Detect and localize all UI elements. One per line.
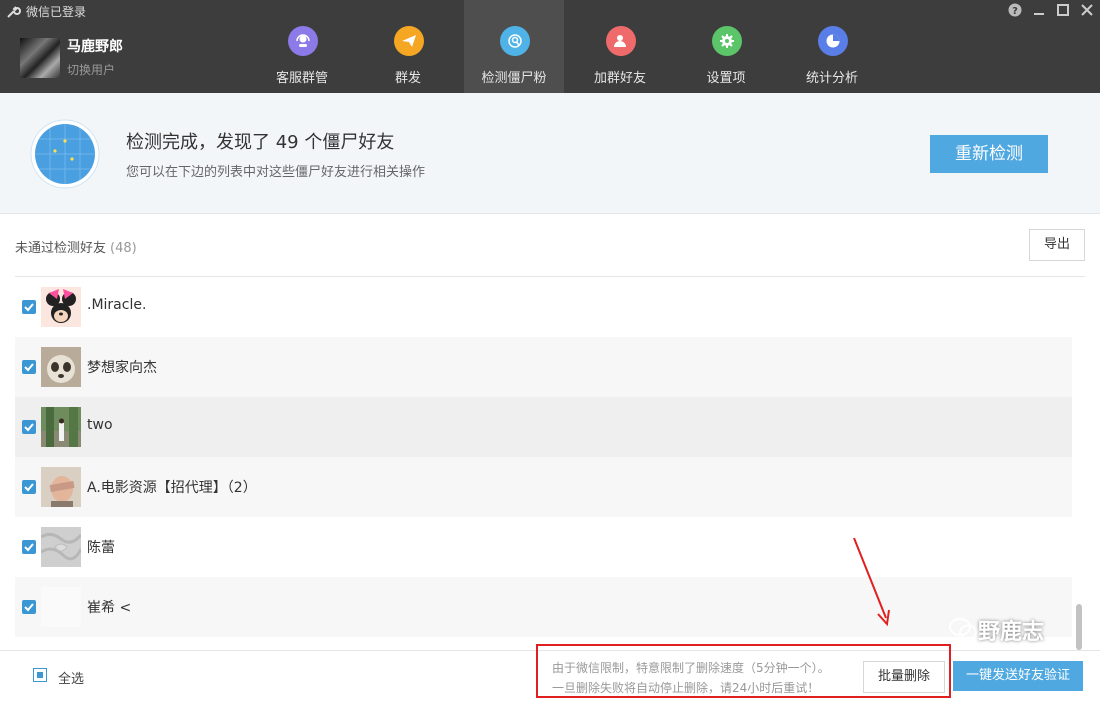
checkmark-icon (24, 603, 34, 612)
detect-zombie-icon (500, 26, 530, 56)
tab-label: 统计分析 (805, 71, 858, 86)
select-all-label[interactable]: 全选 (58, 668, 84, 687)
tab-label: 群发 (394, 71, 421, 86)
blank-avatar (41, 587, 81, 627)
customer-service-icon (288, 26, 318, 56)
friend-name: .Miracle. (87, 297, 147, 313)
result-title: 检测完成，发现了 49 个僵尸好友 (126, 132, 395, 153)
send-verification-button[interactable]: 一键发送好友验证 (953, 661, 1083, 691)
friend-name: A.电影资源【招代理】（2） (87, 480, 257, 496)
checkbox[interactable] (22, 600, 36, 614)
tab-label: 客服群管 (275, 71, 328, 86)
tab-label: 设置项 (706, 71, 746, 86)
list-count: (48) (110, 241, 137, 256)
tab-settings[interactable]: 设置项 (676, 0, 776, 93)
window-title: 微信已登录 (26, 5, 87, 19)
result-banner: 检测完成，发现了 49 个僵尸好友 您可以在下边的列表中对这些僵尸好友进行相关操… (0, 93, 1100, 214)
gear-icon (712, 26, 742, 56)
friend-name: 陈蕾 (87, 540, 115, 556)
wechat-logo-icon (949, 618, 977, 640)
watermark-text: 野鹿志 (978, 620, 1045, 645)
person-outdoor-avatar (41, 407, 81, 447)
svg-text:?: ? (1012, 6, 1018, 17)
person-face-avatar (41, 467, 81, 507)
checkmark-icon (24, 543, 34, 552)
friend-name: 崔希 < (87, 600, 132, 616)
friend-name: two (87, 417, 113, 433)
checkmark-icon (24, 423, 34, 432)
switch-user-link[interactable]: 切换用户 (67, 61, 115, 78)
help-icon[interactable]: ? (1006, 3, 1024, 21)
pie-chart-icon (818, 26, 848, 56)
tab-add-group-friends[interactable]: 加群好友 (570, 0, 670, 93)
notice-line-1: 由于微信限制，特意限制了删除速度（5分钟一个）。 (552, 661, 830, 675)
checkbox[interactable] (22, 540, 36, 554)
checkbox[interactable] (22, 480, 36, 494)
user-avatar[interactable] (20, 38, 60, 78)
tab-mass-send[interactable]: 群发 (358, 0, 458, 93)
list-header-label: 未通过检测好友 (15, 241, 107, 256)
user-name: 马鹿野郎 (67, 39, 123, 55)
notice-line-2: 一旦删除失败将自动停止删除，请24小时后重试！ (552, 681, 820, 695)
checkmark-icon (24, 363, 34, 372)
top-navigation-bar: 微信已登录 ? 马鹿野郎 切换用户 客服群管 群发 检测僵尸粉 加群好友 设置项… (0, 0, 1100, 93)
list-item[interactable]: two (15, 397, 1072, 457)
minimize-icon[interactable] (1030, 3, 1048, 21)
list-item[interactable]: 崔希 < (15, 577, 1072, 637)
recheck-button[interactable]: 重新检测 (930, 135, 1048, 173)
result-subtitle: 您可以在下边的列表中对这些僵尸好友进行相关操作 (126, 165, 426, 180)
list-header: 未通过检测好友 (48) (15, 237, 137, 256)
checkmark-icon (24, 483, 34, 492)
tab-label: 检测僵尸粉 (481, 71, 547, 86)
checkbox[interactable] (22, 360, 36, 374)
radar-icon (30, 119, 100, 189)
annotation-arrow (853, 537, 890, 627)
select-all-checkbox[interactable] (33, 668, 47, 682)
tab-label: 加群好友 (593, 71, 646, 86)
list-scrollbar[interactable] (1076, 604, 1082, 650)
checkmark-icon (24, 303, 34, 312)
tab-detect-zombie[interactable]: 检测僵尸粉 (464, 0, 564, 93)
checkbox[interactable] (22, 300, 36, 314)
close-icon[interactable] (1078, 3, 1096, 21)
friend-name: 梦想家向杰 (87, 360, 157, 376)
export-button[interactable]: 导出 (1029, 229, 1085, 261)
list-item[interactable]: A.电影资源【招代理】（2） (15, 457, 1072, 517)
list-item[interactable]: 梦想家向杰 (15, 337, 1072, 397)
tab-statistics[interactable]: 统计分析 (782, 0, 882, 93)
gray-fabric-avatar (41, 527, 81, 567)
watermark: 野鹿志 (948, 614, 1044, 646)
panda-avatar (41, 347, 81, 387)
wrench-icon (7, 6, 21, 18)
minnie-mouse-avatar (41, 287, 81, 327)
batch-delete-button[interactable]: 批量删除 (863, 661, 945, 693)
tab-customer-service[interactable]: 客服群管 (252, 0, 352, 93)
add-friend-icon (606, 26, 636, 56)
checkbox[interactable] (22, 420, 36, 434)
paper-plane-icon (394, 26, 424, 56)
list-item[interactable]: .Miracle. (15, 277, 1072, 337)
maximize-icon[interactable] (1054, 3, 1072, 21)
list-item[interactable]: 陈蕾 (15, 517, 1072, 577)
